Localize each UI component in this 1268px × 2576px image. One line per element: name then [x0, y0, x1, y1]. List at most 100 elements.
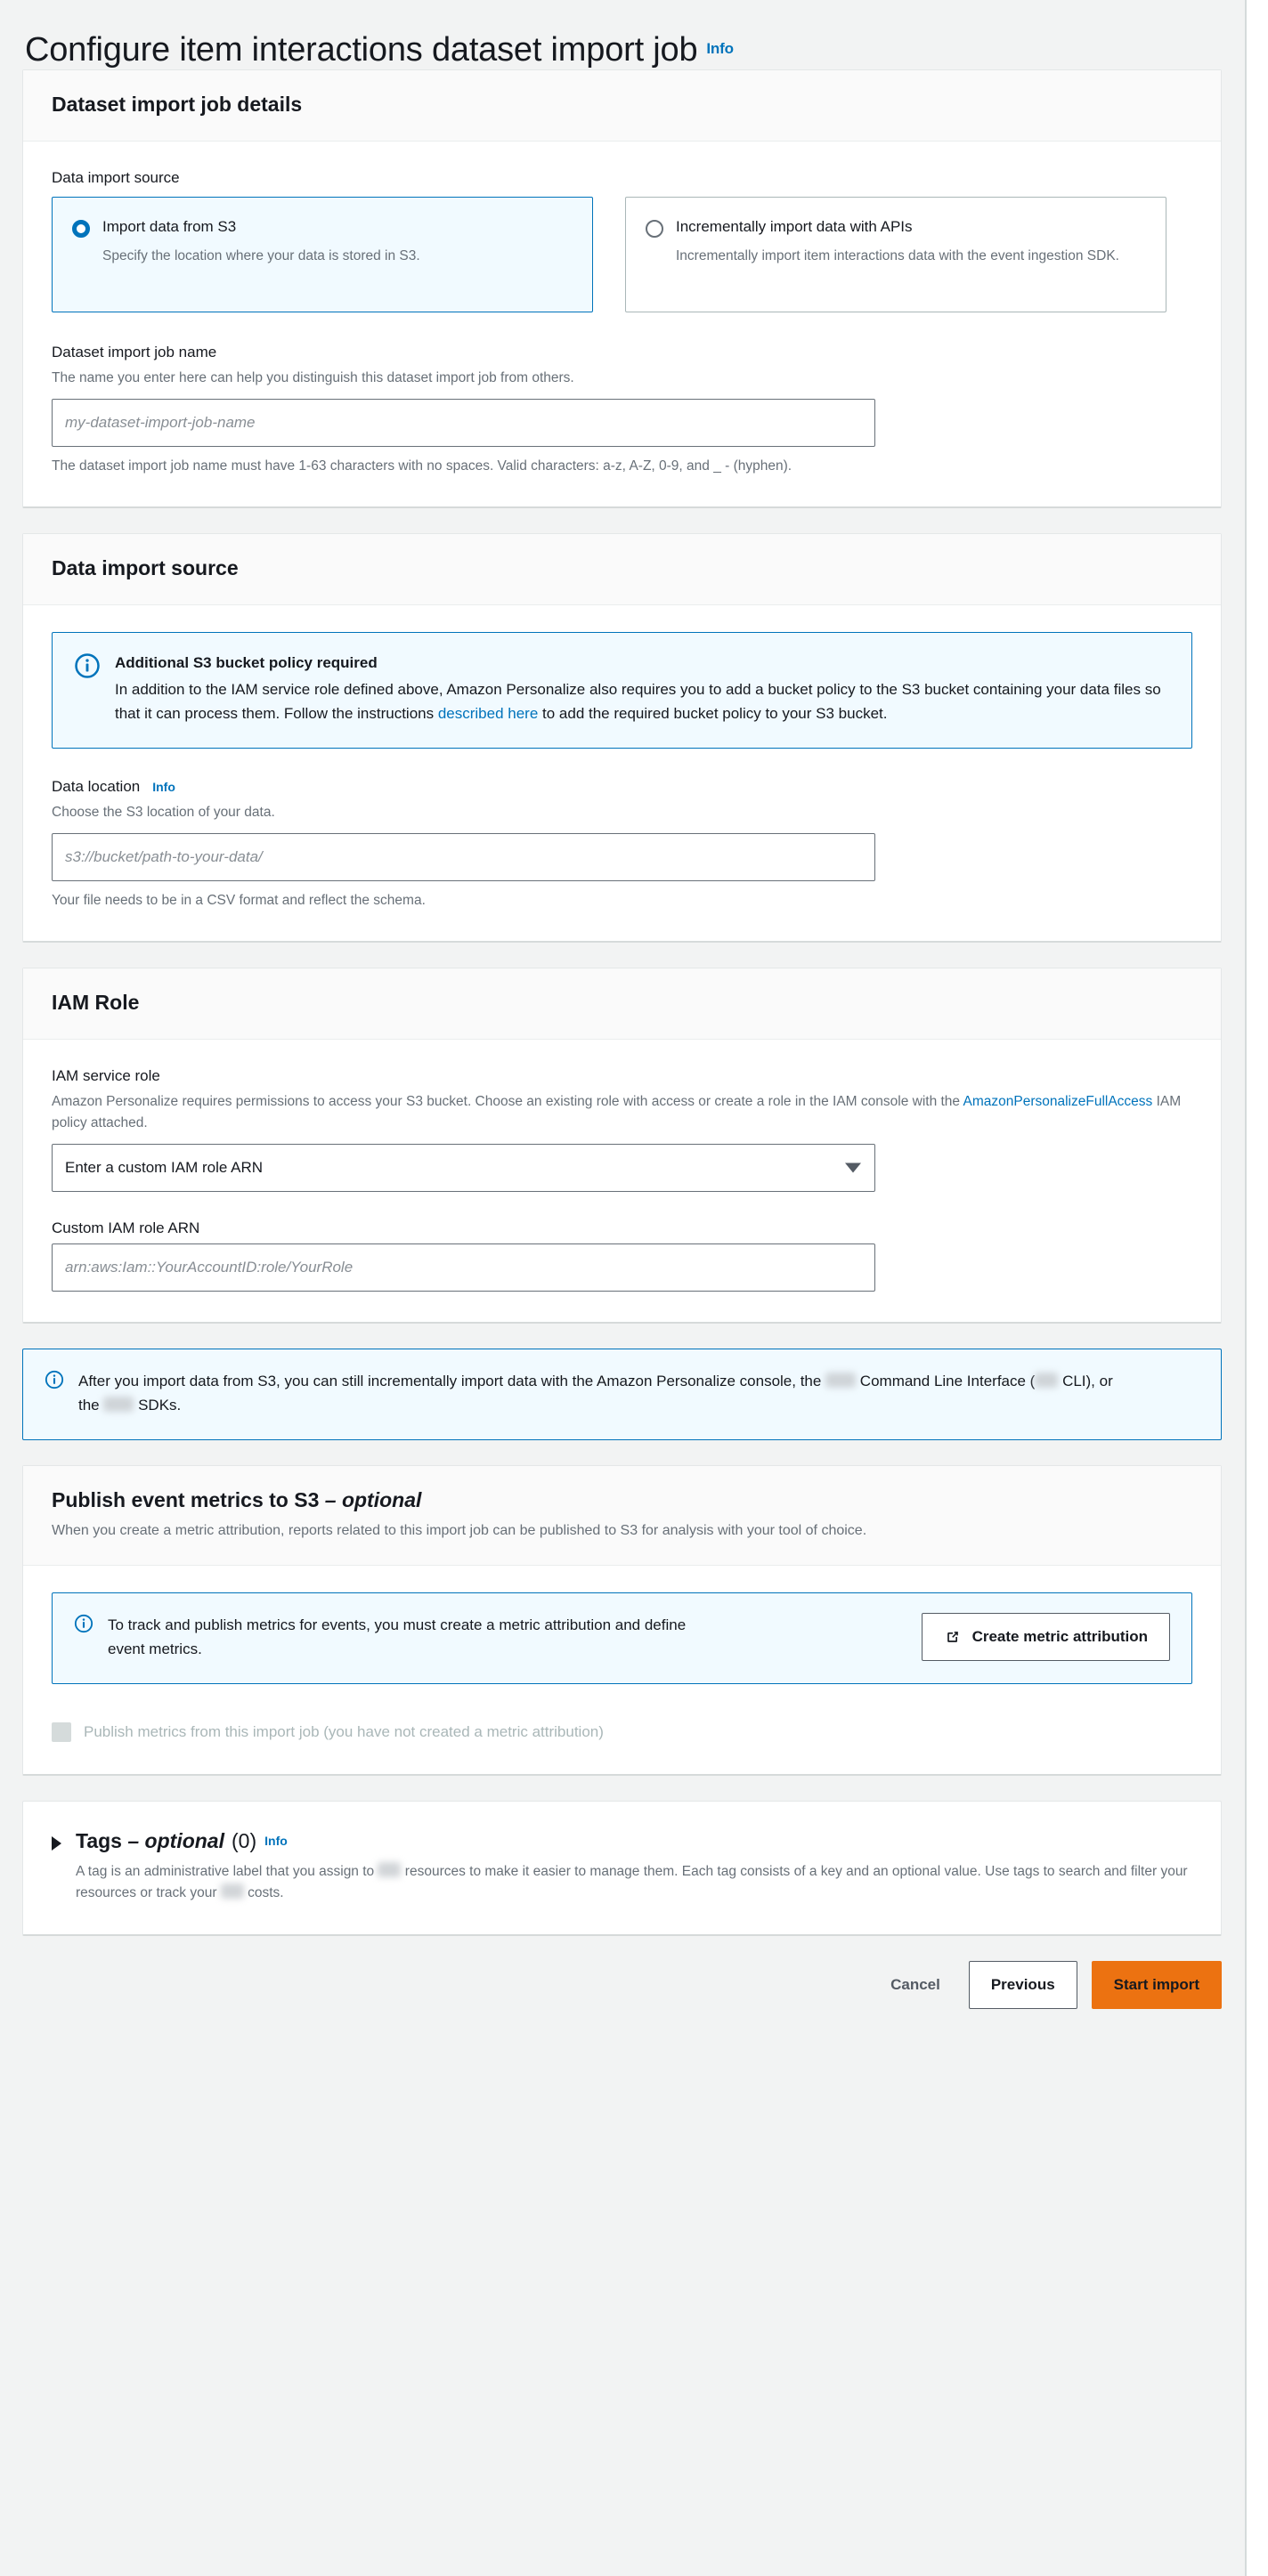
job-name-description: The name you enter here can help you dis… [52, 368, 1191, 388]
metric-attribution-alert: To track and publish metrics for events,… [52, 1592, 1192, 1684]
metric-attribution-alert-text: To track and publish metrics for events,… [108, 1613, 704, 1662]
redacted-text [825, 1373, 856, 1388]
data-location-hint: Your file needs to be in a CSV format an… [52, 890, 1192, 911]
publish-event-metrics-card: Publish event metrics to S3 – optional W… [22, 1465, 1222, 1776]
iam-service-role-label: IAM service role [52, 1066, 1192, 1086]
iam-service-role-select-wrap: Enter a custom IAM role ARN [52, 1144, 875, 1192]
source-card-body: Additional S3 bucket policy required In … [23, 605, 1221, 941]
iam-card-header: IAM Role [23, 968, 1221, 1040]
tags-card: Tags – optional (0) Info A tag is an admin… [22, 1801, 1222, 1936]
metric-attribution-alert-row: To track and publish metrics for events,… [74, 1613, 1170, 1662]
tags-info-link[interactable]: Info [264, 1834, 288, 1848]
tile-incremental-api[interactable]: Incrementally import data with APIs Incr… [625, 197, 1166, 312]
s3-bucket-policy-alert-body: Additional S3 bucket policy required In … [115, 652, 1170, 726]
form-footer: Cancel Previous Start import [0, 1961, 1245, 2009]
external-link-icon [944, 1628, 962, 1646]
standalone-alert-part1: After you import data from S3, you can s… [78, 1373, 825, 1389]
create-metric-attribution-button-label: Create metric attribution [972, 1628, 1148, 1646]
metrics-card-title-text: Publish event metrics to S3 [52, 1488, 325, 1511]
page-title-text: Configure item interactions dataset impo… [25, 31, 697, 69]
tags-card-title-optional: – optional [127, 1829, 224, 1852]
s3-bucket-policy-alert-heading: Additional S3 bucket policy required [115, 652, 1170, 674]
tags-description: A tag is an administrative label that yo… [76, 1861, 1192, 1904]
data-location-label: Data location Info [52, 777, 1192, 797]
metric-attribution-alert-left: To track and publish metrics for events,… [74, 1613, 704, 1662]
metrics-card-body: To track and publish metrics for events,… [23, 1566, 1221, 1774]
info-circle-icon [74, 1614, 93, 1638]
tile-import-from-s3-desc: Specify the location where your data is … [102, 246, 573, 266]
data-location-info-link[interactable]: Info [152, 780, 175, 794]
job-name-hint: The dataset import job name must have 1-… [52, 456, 1192, 476]
iam-service-role-description: Amazon Personalize requires permissions … [52, 1091, 1191, 1133]
redacted-text [1035, 1373, 1058, 1388]
page-right-edge [1245, 0, 1268, 2576]
metrics-card-title: Publish event metrics to S3 – optional [52, 1487, 1192, 1513]
chevron-right-icon[interactable] [52, 1836, 61, 1851]
job-name-label: Dataset import job name [52, 343, 1192, 362]
publish-metrics-checkbox [52, 1722, 71, 1742]
redacted-text [378, 1862, 401, 1877]
data-location-label-text: Data location [52, 778, 140, 795]
radio-incremental-api[interactable] [646, 220, 663, 238]
chevron-down-icon[interactable] [845, 1162, 861, 1172]
metrics-card-header: Publish event metrics to S3 – optional W… [23, 1466, 1221, 1566]
page-title-info-link[interactable]: Info [706, 40, 733, 57]
iam-service-role-select[interactable]: Enter a custom IAM role ARN [52, 1144, 875, 1192]
custom-iam-role-arn-label: Custom IAM role ARN [52, 1219, 1192, 1238]
s3-bucket-policy-alert-text: In addition to the IAM service role defi… [115, 677, 1170, 726]
incremental-import-info-alert: After you import data from S3, you can s… [22, 1349, 1222, 1440]
details-card-title: Dataset import job details [52, 92, 1192, 117]
page-title: Configure item interactions dataset impo… [0, 0, 1245, 69]
tile-import-from-s3-title: Import data from S3 [102, 217, 236, 237]
details-card-body: Data import source Import data from S3 S… [23, 142, 1221, 507]
tags-desc-1: A tag is an administrative label that yo… [76, 1864, 378, 1879]
data-import-source-card: Data import source Additional S3 bucket … [22, 533, 1222, 943]
standalone-alert-part4: SDKs. [134, 1397, 181, 1414]
metrics-card-subtitle: When you create a metric attribution, re… [52, 1520, 1165, 1542]
incremental-import-info-alert-text: After you import data from S3, you can s… [78, 1369, 1138, 1418]
iam-service-role-select-value: Enter a custom IAM role ARN [65, 1159, 263, 1177]
iam-card-title: IAM Role [52, 990, 1192, 1016]
amazon-personalize-full-access-link[interactable]: AmazonPersonalizeFullAccess [963, 1094, 1153, 1109]
metrics-card-title-optional: – optional [325, 1488, 422, 1511]
tags-card-title-text: Tags [76, 1829, 127, 1852]
tile-incremental-api-row: Incrementally import data with APIs [646, 217, 1146, 238]
redacted-text [221, 1883, 244, 1899]
publish-metrics-checkbox-row: Publish metrics from this import job (yo… [52, 1720, 1192, 1744]
data-import-source-tiles: Import data from S3 Specify the location… [52, 197, 1192, 312]
tags-desc-3: costs. [244, 1885, 284, 1900]
data-import-source-label: Data import source [52, 168, 1192, 188]
source-card-header: Data import source [23, 534, 1221, 605]
publish-metrics-checkbox-label: Publish metrics from this import job (yo… [84, 1720, 604, 1744]
described-here-link[interactable]: described here [438, 705, 538, 722]
iam-desc-before: Amazon Personalize requires permissions … [52, 1094, 963, 1109]
dataset-import-job-details-card: Dataset import job details Data import s… [22, 69, 1222, 508]
data-location-input[interactable] [52, 833, 875, 881]
iam-card-body: IAM service role Amazon Personalize requ… [23, 1040, 1221, 1322]
info-circle-icon [45, 1370, 64, 1394]
form-container: Dataset import job details Data import s… [22, 69, 1222, 1936]
radio-import-from-s3[interactable] [72, 220, 90, 238]
job-name-input[interactable] [52, 399, 875, 447]
page-root: Configure item interactions dataset impo… [0, 0, 1245, 2576]
standalone-alert-part2: Command Line Interface ( [856, 1373, 1035, 1389]
tile-import-from-s3[interactable]: Import data from S3 Specify the location… [52, 197, 593, 312]
tile-incremental-api-title: Incrementally import data with APIs [676, 217, 913, 237]
tags-header-row[interactable]: Tags – optional (0) Info [52, 1828, 1192, 1854]
source-card-title: Data import source [52, 555, 1192, 581]
start-import-button[interactable]: Start import [1092, 1961, 1222, 2009]
tile-incremental-api-desc: Incrementally import item interactions d… [676, 246, 1146, 266]
tile-import-from-s3-row: Import data from S3 [72, 217, 573, 238]
previous-button[interactable]: Previous [969, 1961, 1077, 2009]
s3-bucket-policy-alert: Additional S3 bucket policy required In … [52, 632, 1192, 749]
tags-card-title: Tags – optional (0) Info [76, 1828, 288, 1854]
create-metric-attribution-button[interactable]: Create metric attribution [922, 1613, 1170, 1661]
details-card-header: Dataset import job details [23, 70, 1221, 142]
redacted-text [103, 1397, 134, 1412]
custom-iam-role-arn-input[interactable] [52, 1243, 875, 1292]
alert-text-after-link: to add the required bucket policy to you… [538, 705, 887, 722]
info-circle-icon [74, 652, 101, 684]
tags-count: (0) [232, 1829, 256, 1852]
cancel-button[interactable]: Cancel [876, 1961, 955, 2009]
data-location-description: Choose the S3 location of your data. [52, 802, 1191, 822]
